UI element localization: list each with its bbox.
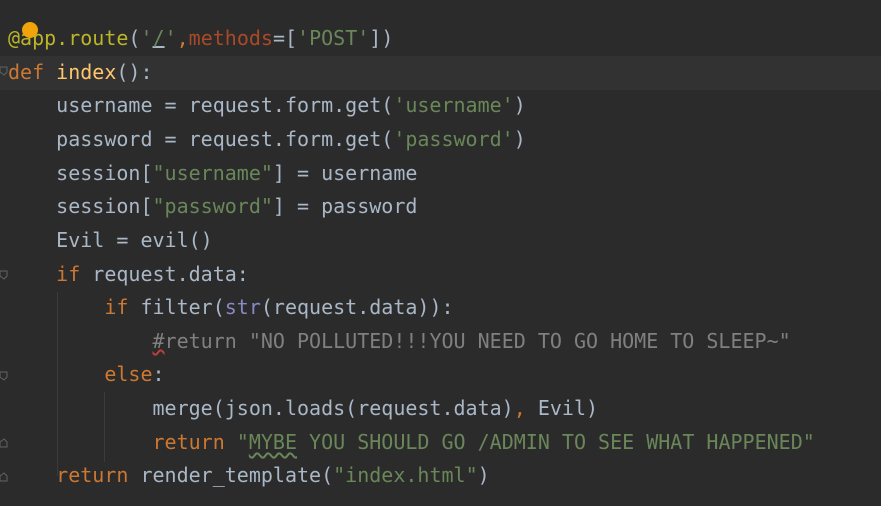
code-token: methods xyxy=(188,26,273,50)
fold-end-icon[interactable] xyxy=(0,472,8,482)
code-token: filter( xyxy=(140,295,225,319)
code-line-text: if filter(str(request.data)): xyxy=(8,291,454,325)
code-line[interactable]: password = request.form.get('password') xyxy=(0,123,881,157)
code-line-text: def index(): xyxy=(8,56,153,90)
code-token: return xyxy=(152,430,237,454)
code-token: username = request.form.get( xyxy=(8,93,394,117)
code-line-text: #return "NO POLLUTED!!!YOU NEED TO GO HO… xyxy=(8,325,791,359)
code-token: / xyxy=(152,26,165,50)
code-line-text: else: xyxy=(8,358,165,392)
code-token: def xyxy=(8,60,57,84)
code-line-text: username = request.form.get('username') xyxy=(8,89,526,123)
code-token: str xyxy=(224,295,261,319)
fold-marker-icon[interactable] xyxy=(0,371,8,381)
code-token: # xyxy=(152,329,165,353)
code-token: else xyxy=(104,362,153,386)
code-line-text: session["password"] = password xyxy=(8,190,417,224)
code-token: Evil) xyxy=(525,396,599,420)
code-token: merge(json.loads(request.data) xyxy=(8,396,514,420)
code-token: , xyxy=(513,396,526,420)
code-token: @ xyxy=(8,26,21,50)
code-token: ) xyxy=(477,463,490,487)
code-line-text: session["username"] = username xyxy=(8,157,417,191)
code-token: MYBE xyxy=(248,430,298,454)
code-token: password = request.form.get( xyxy=(8,127,394,151)
code-token: session[ xyxy=(8,161,153,185)
code-line[interactable]: Evil = evil() xyxy=(0,224,881,258)
code-token: YOU SHOULD GO /ADMIN TO SEE WHAT HAPPENE… xyxy=(297,430,815,454)
code-token: ) xyxy=(513,127,526,151)
fold-marker-icon[interactable] xyxy=(0,270,8,280)
code-token: 'POST' xyxy=(297,26,370,50)
indent-guide xyxy=(57,292,58,476)
code-line[interactable]: if filter(str(request.data)): xyxy=(0,291,881,325)
code-token: "password" xyxy=(152,194,273,218)
code-line[interactable]: session["password"] = password xyxy=(0,190,881,224)
code-token: , xyxy=(176,26,189,50)
code-token: : xyxy=(152,362,165,386)
indent-guide xyxy=(104,392,105,462)
code-token: render_template( xyxy=(140,463,334,487)
code-token: ( xyxy=(128,26,141,50)
code-line-text: merge(json.loads(request.data), Evil) xyxy=(8,392,598,426)
code-token: 'username' xyxy=(393,93,514,117)
code-line[interactable]: merge(json.loads(request.data), Evil) xyxy=(0,392,881,426)
code-token: ' xyxy=(164,26,177,50)
code-line-text: return render_template("index.html") xyxy=(8,459,490,493)
code-line[interactable]: if request.data: xyxy=(0,258,881,292)
code-editor[interactable]: @app.route('/',methods=['POST']) def inde… xyxy=(0,0,881,506)
fold-end-icon[interactable] xyxy=(0,438,8,448)
code-token: if xyxy=(56,262,93,286)
code-token: " xyxy=(236,430,249,454)
code-token: if xyxy=(104,295,141,319)
code-token: (): xyxy=(116,60,153,84)
code-line[interactable]: @app.route('/',methods=['POST']) xyxy=(0,22,881,56)
code-line-text: @app.route('/',methods=['POST']) xyxy=(8,22,393,56)
code-line[interactable]: session["username"] = username xyxy=(0,157,881,191)
code-token: ]) xyxy=(369,26,394,50)
code-token: session[ xyxy=(8,194,153,218)
code-token: "index.html" xyxy=(333,463,478,487)
code-line-text: if request.data: xyxy=(8,258,249,292)
code-token: (request.data)): xyxy=(260,295,454,319)
code-token: Evil = evil() xyxy=(8,228,213,252)
code-token: index xyxy=(56,60,117,84)
code-line[interactable]: return "MYBE YOU SHOULD GO /ADMIN TO SEE… xyxy=(0,426,881,460)
breakpoint-dot-icon[interactable] xyxy=(22,22,38,38)
fold-marker-icon[interactable] xyxy=(0,66,8,76)
code-token: "username" xyxy=(152,161,273,185)
code-token: =[ xyxy=(272,26,298,50)
code-token: ) xyxy=(513,93,526,117)
code-line[interactable]: return render_template("index.html") xyxy=(0,459,881,493)
code-line-text: return "MYBE YOU SHOULD GO /ADMIN TO SEE… xyxy=(8,426,815,460)
code-token: return "NO POLLUTED!!!YOU NEED TO GO HOM… xyxy=(164,329,791,353)
code-line[interactable]: #return "NO POLLUTED!!!YOU NEED TO GO HO… xyxy=(0,325,881,359)
code-line-text: password = request.form.get('password') xyxy=(8,123,526,157)
code-line-text: Evil = evil() xyxy=(8,224,213,258)
code-line[interactable]: username = request.form.get('username') xyxy=(0,89,881,123)
code-line[interactable]: def index(): xyxy=(0,56,881,90)
code-line[interactable]: else: xyxy=(0,358,881,392)
code-token: ] = username xyxy=(272,161,418,185)
code-token: return xyxy=(56,463,141,487)
code-token: ] = password xyxy=(272,194,418,218)
code-token: ' xyxy=(140,26,153,50)
code-token: request.data: xyxy=(92,262,249,286)
code-token: 'password' xyxy=(393,127,514,151)
